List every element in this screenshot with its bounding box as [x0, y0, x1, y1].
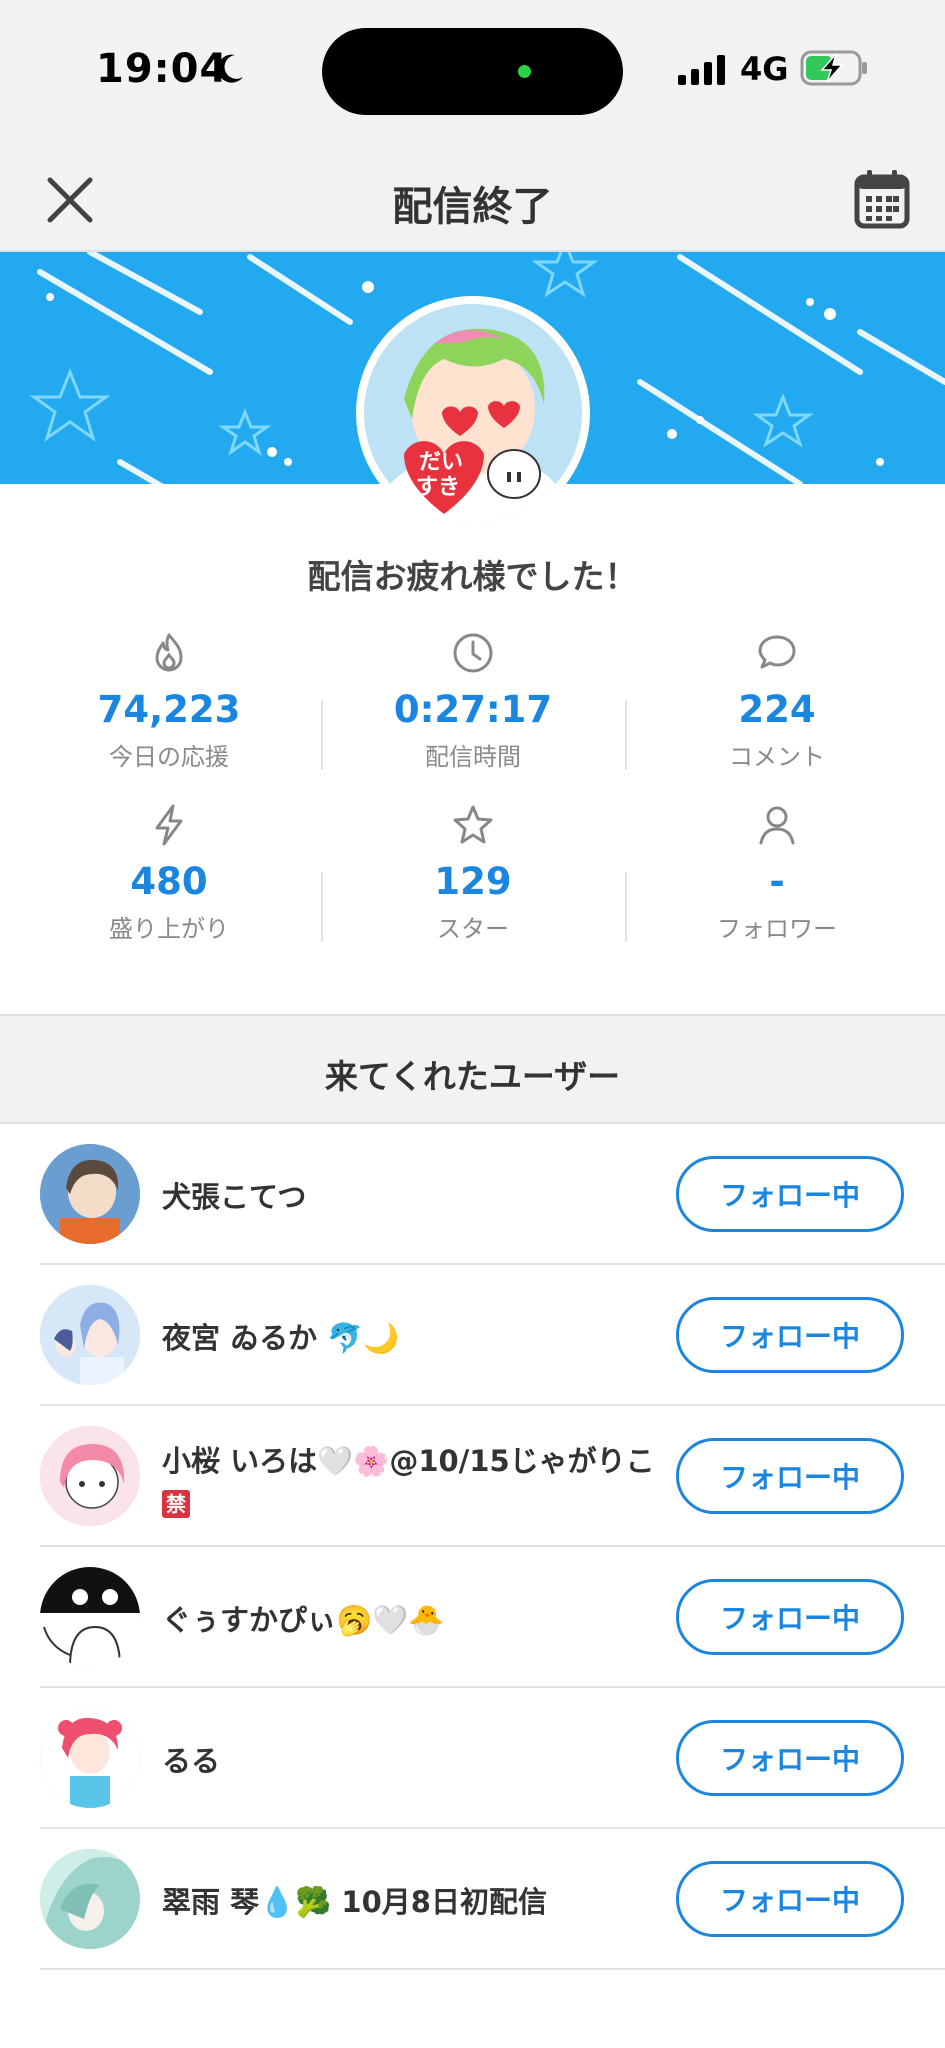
list-item[interactable]: ぐぅすかぴぃ🥱🤍🐣 フォロー中 — [40, 1547, 945, 1688]
visitors-section-header: 来てくれたユーザー — [0, 1014, 945, 1124]
camera-indicator — [518, 65, 531, 78]
stat-label: 盛り上がり — [109, 915, 229, 943]
user-name: 翠雨 琴💧🥦 10月8日初配信 — [162, 1885, 547, 1919]
dynamic-island — [322, 28, 623, 115]
section-title: 来てくれたユーザー — [324, 1057, 621, 1096]
following-button[interactable]: フォロー中 — [676, 1438, 904, 1514]
stat-followers: - フォロワー — [625, 803, 929, 944]
stat-label: 配信時間 — [425, 743, 521, 771]
stat-stream-time: 0:27:17 配信時間 — [321, 631, 625, 772]
stat-support: 74,223 今日の応援 — [17, 631, 321, 772]
signal-icon — [678, 55, 725, 85]
avatar[interactable] — [40, 1708, 140, 1808]
visitor-list: 犬張こてつ フォロー中 夜宮 ゐるか 🐬🌙 フォロー中 小桜 いろは🤍🌸@10/… — [0, 1124, 945, 1970]
list-item[interactable]: 夜宮 ゐるか 🐬🌙 フォロー中 — [40, 1265, 945, 1406]
following-button[interactable]: フォロー中 — [676, 1720, 904, 1796]
streamer-avatar-image: だい すき — [364, 304, 582, 522]
avatar[interactable] — [40, 1285, 140, 1385]
status-bar: 19:04 4G — [0, 0, 945, 140]
avatar[interactable] — [40, 1426, 140, 1526]
following-button[interactable]: フォロー中 — [676, 1861, 904, 1937]
list-item[interactable]: 小桜 いろは🤍🌸@10/15じゃがりこ 禁 フォロー中 — [40, 1406, 945, 1547]
following-button[interactable]: フォロー中 — [676, 1297, 904, 1373]
moon-icon — [217, 54, 243, 83]
stat-comments: 224 コメント — [625, 631, 929, 772]
thanks-message: 配信お疲れ様でした！ — [307, 557, 638, 596]
following-button[interactable]: フォロー中 — [676, 1156, 904, 1232]
calendar-icon[interactable] — [854, 168, 910, 230]
avatar[interactable] — [40, 1849, 140, 1949]
stat-value: 480 — [130, 860, 208, 903]
stat-label: フォロワー — [717, 915, 837, 943]
user-name: 小桜 いろは🤍🌸@10/15じゃがりこ — [162, 1444, 655, 1478]
star-icon — [453, 805, 493, 844]
battery-icon — [800, 50, 867, 86]
user-name: ぐぅすかぴぃ🥱🤍🐣 — [162, 1603, 445, 1637]
user-name: るる — [162, 1744, 221, 1778]
following-button[interactable]: フォロー中 — [676, 1579, 904, 1655]
avatar[interactable] — [40, 1144, 140, 1244]
list-item[interactable]: 翠雨 琴💧🥦 10月8日初配信 フォロー中 — [40, 1829, 945, 1970]
user-name: 犬張こてつ — [162, 1180, 307, 1214]
user-name: 夜宮 ゐるか 🐬🌙 — [162, 1321, 400, 1355]
streamer-avatar[interactable]: だい すき — [356, 296, 590, 530]
network-type: 4G — [740, 50, 789, 88]
lightning-icon — [155, 804, 183, 846]
avatar[interactable] — [40, 1567, 140, 1667]
stat-value: 0:27:17 — [393, 688, 553, 731]
stat-stars: 129 スター — [321, 803, 625, 944]
header: 配信終了 — [0, 140, 945, 252]
person-icon — [759, 806, 795, 845]
svg-text:すき: すき — [416, 475, 460, 500]
stat-value: - — [769, 860, 785, 903]
status-time: 19:04 — [96, 46, 229, 92]
status-badge: 禁 — [162, 1490, 190, 1518]
stat-label: 今日の応援 — [109, 743, 229, 771]
flame-icon — [155, 633, 183, 672]
svg-text:だい: だい — [419, 450, 463, 475]
stat-value: 224 — [738, 688, 816, 731]
stat-label: スター — [437, 915, 509, 943]
stat-value: 74,223 — [97, 688, 241, 731]
clock-icon — [453, 633, 493, 673]
comment-icon — [758, 635, 796, 669]
stat-label: コメント — [729, 743, 825, 771]
stat-value: 129 — [434, 860, 512, 903]
list-item[interactable]: るる フォロー中 — [40, 1688, 945, 1829]
list-item[interactable]: 犬張こてつ フォロー中 — [40, 1124, 945, 1265]
page-title: 配信終了 — [392, 184, 553, 230]
stat-excitement: 480 盛り上がり — [17, 803, 321, 944]
